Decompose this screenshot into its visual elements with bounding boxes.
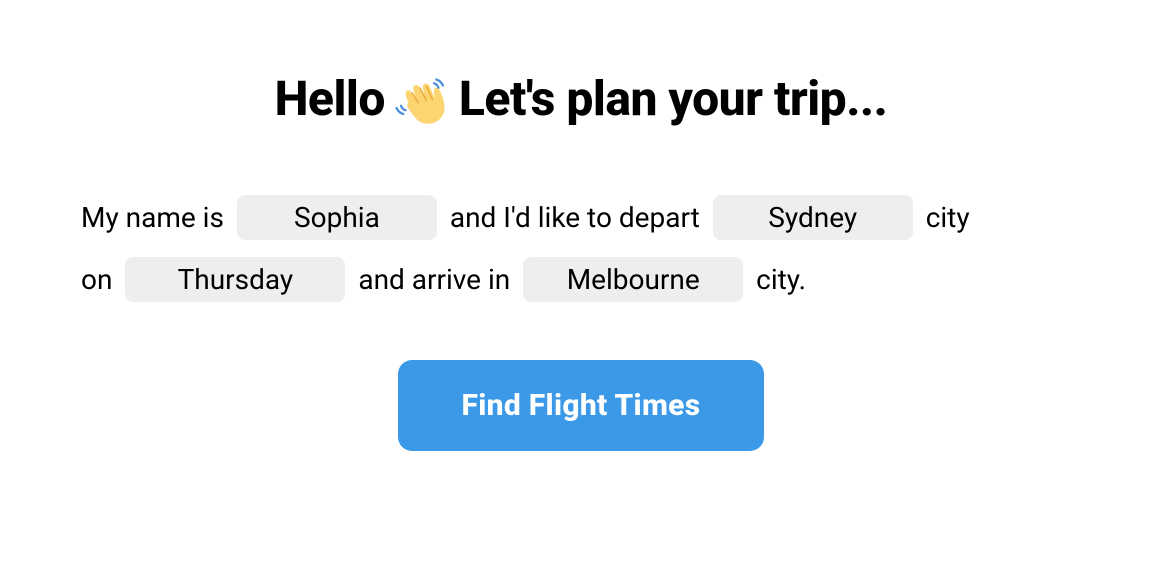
find-flights-button[interactable]: Find Flight Times [398,360,765,451]
sentence-city2-suffix: city. [756,263,806,296]
sentence-day-prefix: on [81,263,112,296]
name-input[interactable] [237,195,437,240]
hero-greeting-suffix: Let's plan your trip... [459,70,887,127]
sentence-city1-suffix: city [926,201,970,234]
arrive-city-input[interactable] [523,257,743,302]
trip-sentence-form: My name is and I'd like to depart city o… [81,187,1081,310]
cta-row: Find Flight Times [398,360,765,451]
hero-greeting-prefix: Hello [275,70,385,127]
sentence-arrive-prefix: and arrive in [358,263,510,296]
sentence-name-prefix: My name is [81,201,224,234]
waving-hand-icon [395,72,449,126]
hero-title: Hello Let's plan your trip... [275,70,888,127]
sentence-depart-prefix: and I'd like to depart [450,201,700,234]
depart-city-input[interactable] [713,195,913,240]
day-input[interactable] [125,257,345,302]
